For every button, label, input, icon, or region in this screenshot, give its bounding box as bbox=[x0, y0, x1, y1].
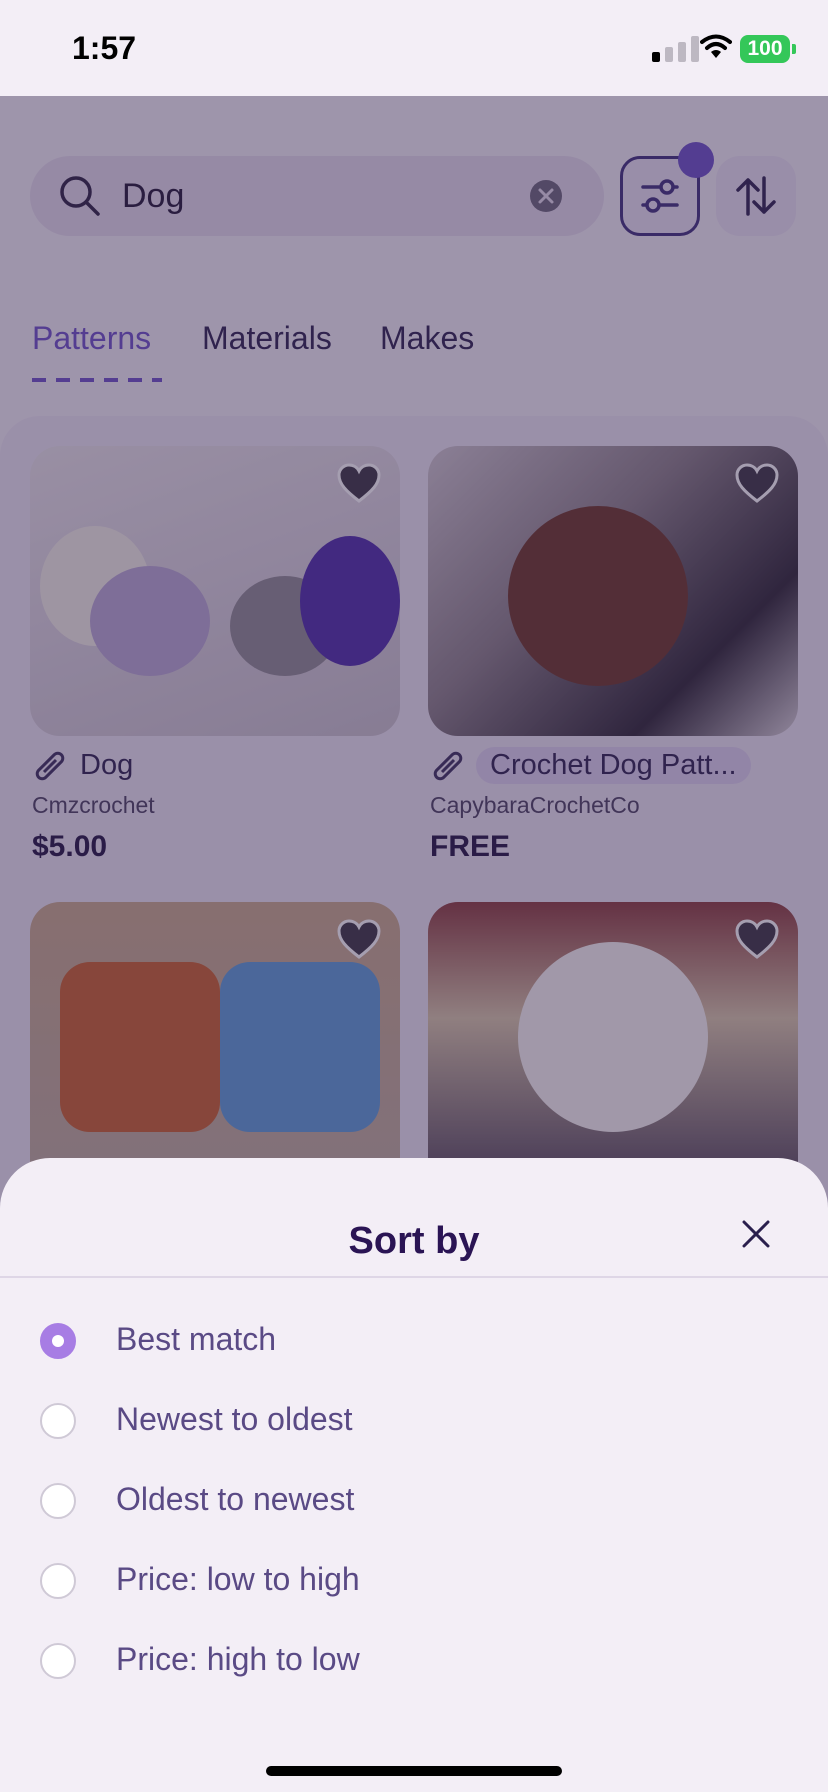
sort-option-price-low-high[interactable]: Price: low to high bbox=[0, 1548, 828, 1618]
sheet-title: Sort by bbox=[348, 1220, 480, 1262]
status-bar: 1:57 100 bbox=[0, 0, 828, 96]
close-icon[interactable] bbox=[738, 1216, 774, 1252]
radio-button[interactable] bbox=[40, 1323, 76, 1359]
sort-option-oldest[interactable]: Oldest to newest bbox=[0, 1468, 828, 1538]
sort-option-best-match[interactable]: Best match bbox=[0, 1308, 828, 1378]
sort-bottom-sheet: Sort by Best match Newest to oldest Olde… bbox=[0, 1158, 828, 1792]
sort-option-label: Price: low to high bbox=[116, 1561, 360, 1597]
cellular-signal-icon bbox=[652, 36, 699, 62]
radio-button[interactable] bbox=[40, 1483, 76, 1519]
sort-option-label: Price: high to low bbox=[116, 1641, 360, 1677]
battery-icon: 100 bbox=[740, 35, 790, 63]
wifi-icon bbox=[700, 34, 732, 58]
divider bbox=[0, 1276, 828, 1278]
radio-button[interactable] bbox=[40, 1643, 76, 1679]
sort-option-label: Best match bbox=[116, 1321, 277, 1357]
sort-option-label: Newest to oldest bbox=[116, 1401, 353, 1437]
sort-option-price-high-low[interactable]: Price: high to low bbox=[0, 1628, 828, 1698]
sort-option-label: Oldest to newest bbox=[116, 1481, 355, 1517]
sort-option-newest[interactable]: Newest to oldest bbox=[0, 1388, 828, 1458]
home-indicator[interactable] bbox=[266, 1766, 562, 1776]
radio-button[interactable] bbox=[40, 1563, 76, 1599]
radio-button[interactable] bbox=[40, 1403, 76, 1439]
status-time: 1:57 bbox=[72, 30, 137, 66]
battery-tip bbox=[792, 44, 796, 54]
